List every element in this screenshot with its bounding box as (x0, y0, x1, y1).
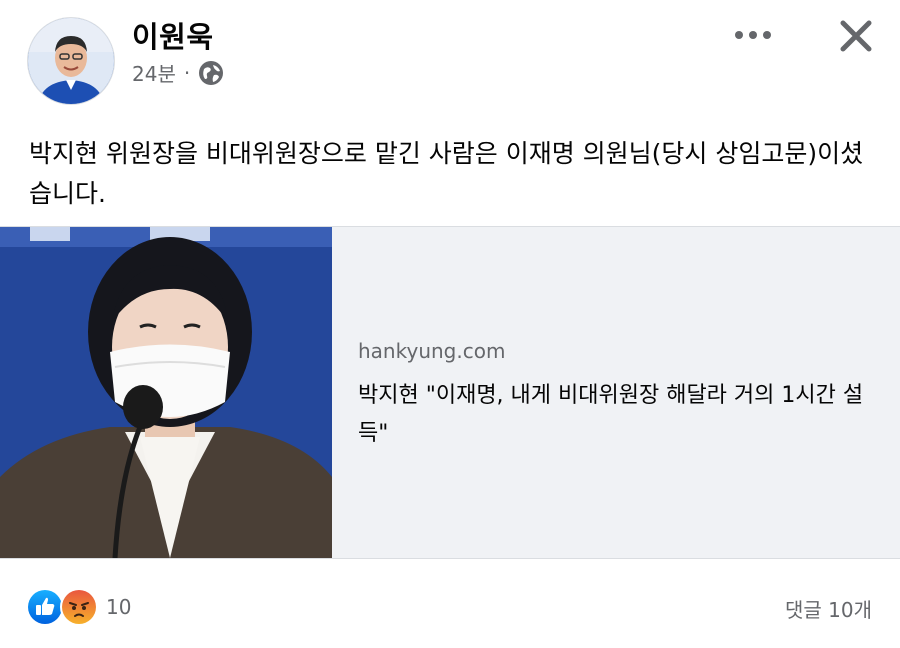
more-dots-icon (735, 31, 771, 39)
link-info: hankyung.com 박지현 "이재명, 내게 비대위원장 해달라 거의 1… (358, 339, 878, 453)
reactions-summary[interactable]: 10 (26, 588, 131, 626)
close-button[interactable] (834, 14, 878, 58)
angry-icon (60, 588, 98, 626)
author-name[interactable]: 이원욱 (132, 14, 214, 56)
globe-icon (198, 60, 224, 86)
post-meta: 24분 · (132, 58, 224, 87)
post-text: 박지현 위원장을 비대위원장으로 맡긴 사람은 이재명 의원님(당시 상임고문)… (29, 139, 864, 208)
link-domain: hankyung.com (358, 339, 506, 363)
link-title[interactable]: 박지현 "이재명, 내게 비대위원장 해달라 거의 1시간 설득" (358, 377, 878, 453)
more-options-button[interactable] (727, 20, 779, 50)
close-icon (840, 20, 872, 52)
like-icon (26, 588, 64, 626)
avatar-image (28, 18, 114, 104)
reaction-count: 10 (106, 595, 132, 619)
comments-count-link[interactable]: 댓글 10개 (785, 594, 872, 623)
post-time[interactable]: 24분 (132, 58, 176, 87)
link-thumbnail (0, 227, 332, 558)
avatar[interactable] (27, 17, 115, 105)
facebook-post: 이원욱 24분 · 박지현 위원장을 비대위원장으로 맡긴 사람은 이재명 의원… (0, 0, 900, 648)
meta-separator: · (183, 60, 191, 85)
link-preview-card[interactable]: hankyung.com 박지현 "이재명, 내게 비대위원장 해달라 거의 1… (0, 226, 900, 559)
